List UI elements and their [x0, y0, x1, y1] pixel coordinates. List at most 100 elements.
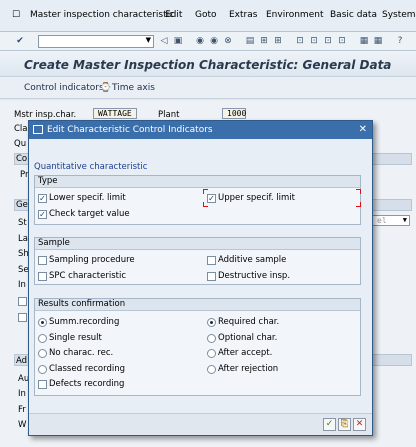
copy-button[interactable]: ⎘ — [338, 418, 351, 431]
optional-char-label: Optional char. — [218, 333, 278, 343]
menu-system[interactable]: System — [382, 10, 416, 20]
destructive-insp-checkbox[interactable]: Destructive insp. — [207, 271, 290, 281]
frag-la: La — [18, 234, 28, 244]
classed-recording-radio[interactable]: Classed recording — [38, 364, 125, 374]
single-result-radio[interactable]: Single result — [38, 333, 102, 343]
radio-circle — [207, 317, 216, 327]
focus-corner-bl — [203, 202, 208, 207]
no-charac-rec-radio[interactable]: No charac. rec. — [38, 348, 113, 358]
optional-char-radio[interactable]: Optional char. — [207, 333, 277, 343]
checkbox-box — [207, 255, 216, 265]
no-charac-rec-label: No charac. rec. — [49, 348, 114, 358]
menu-extras[interactable]: Extras — [229, 10, 257, 20]
shortcut-icon[interactable]: ▦ — [372, 35, 384, 48]
command-field[interactable]: ▼ — [38, 35, 154, 48]
print-icon[interactable]: ▤ — [244, 35, 256, 48]
menu-master-inspection-characteristic[interactable]: Master inspection characteristic — [30, 10, 174, 20]
additive-sample-label: Additive sample — [218, 255, 287, 265]
required-char-label: Required char. — [218, 317, 280, 327]
frag-ad: Ad — [16, 356, 28, 366]
frag-w: W — [18, 420, 27, 430]
plant-label: Plant — [158, 110, 180, 120]
chevron-down-icon[interactable]: ▼ — [403, 216, 407, 225]
cancel-icon[interactable]: ⊗ — [222, 35, 234, 48]
summ-recording-label: Summ.recording — [49, 317, 120, 327]
checkbox-box — [38, 379, 47, 389]
control-indicators-button[interactable]: Control indicators — [24, 83, 104, 93]
defects-recording-label: Defects recording — [49, 379, 125, 389]
cancel-button[interactable]: ✕ — [353, 418, 366, 431]
radio-circle — [38, 333, 47, 343]
window-icon — [33, 125, 43, 134]
bg-checkbox-2[interactable] — [18, 313, 27, 322]
checkbox-box: ✓ — [38, 193, 47, 203]
close-icon[interactable]: ✕ — [359, 124, 367, 135]
first-page-icon[interactable]: ⊡ — [294, 35, 306, 48]
menu-basic-data[interactable]: Basic data — [330, 10, 377, 20]
sample-group-header: Sample — [35, 238, 360, 250]
single-result-label: Single result — [49, 333, 102, 343]
last-page-icon[interactable]: ⊡ — [336, 35, 348, 48]
help-icon[interactable]: ? — [394, 35, 406, 48]
frag-co: Co — [16, 154, 28, 164]
required-char-radio[interactable]: Required char. — [207, 317, 279, 327]
lower-specif-limit-label: Lower specif. limit — [49, 193, 126, 203]
status-dropdown[interactable]: el ▼ — [372, 215, 410, 226]
checkbox-box: ✓ — [38, 209, 47, 219]
mstr-insp-char-label: Mstr insp.char. — [14, 110, 77, 120]
checkbox-box — [207, 271, 216, 281]
previous-page-icon[interactable]: ⊡ — [308, 35, 320, 48]
dialog-title: Edit Characteristic Control Indicators — [47, 125, 213, 135]
plant-field[interactable]: 1000 — [222, 108, 246, 119]
menu-goto[interactable]: Goto — [195, 10, 217, 20]
edit-control-indicators-dialog: Edit Characteristic Control Indicators ✕… — [28, 120, 373, 436]
check-target-value-checkbox[interactable]: ✓ Check target value — [38, 209, 130, 219]
clock-icon[interactable]: ⌚ — [100, 83, 111, 93]
radio-circle — [207, 333, 216, 343]
results-confirmation-header: Results confirmation — [35, 299, 360, 311]
checkbox-box — [38, 255, 47, 265]
collapse-icon[interactable]: ◁ — [158, 35, 170, 48]
summ-recording-radio[interactable]: Summ.recording — [38, 317, 119, 327]
mstr-insp-char-field[interactable]: WATTAGE — [93, 108, 137, 119]
exit-icon[interactable]: ◉ — [208, 35, 220, 48]
time-axis-button[interactable]: Time axis — [112, 83, 155, 93]
find-icon[interactable]: ⊞ — [258, 35, 270, 48]
dialog-title-bar: Edit Characteristic Control Indicators ✕ — [29, 121, 372, 139]
spc-characteristic-checkbox[interactable]: SPC characteristic — [38, 271, 126, 281]
additive-sample-checkbox[interactable]: Additive sample — [207, 255, 286, 265]
dialog-footer: ✓ ⎘ ✕ — [29, 413, 372, 435]
menu-environment[interactable]: Environment — [266, 10, 323, 20]
back-icon[interactable]: ◉ — [194, 35, 206, 48]
find-next-icon[interactable]: ⊞ — [272, 35, 284, 48]
next-page-icon[interactable]: ⊡ — [322, 35, 334, 48]
focus-corner-tr — [356, 189, 361, 194]
after-accept-radio[interactable]: After accept. — [207, 348, 272, 358]
status-dropdown-fragment: el — [377, 216, 387, 225]
radio-circle — [207, 348, 216, 358]
enter-icon[interactable]: ✔ — [14, 35, 26, 48]
frag-st: St — [18, 218, 27, 228]
frag-qu: Qu — [14, 139, 27, 149]
standard-toolbar: ✔ ▼ ◁ ▣ ◉ ◉ ⊗ ▤ ⊞ ⊞ ⊡ ⊡ ⊡ ⊡ ▦ ▦ ? — [0, 32, 416, 51]
check-target-value-label: Check target value — [49, 209, 130, 219]
after-rejection-radio[interactable]: After rejection — [207, 364, 278, 374]
defects-recording-checkbox[interactable]: Defects recording — [38, 379, 124, 389]
chevron-down-icon[interactable]: ▼ — [146, 36, 151, 44]
spc-characteristic-label: SPC characteristic — [49, 271, 127, 281]
upper-specif-limit-checkbox[interactable]: ✓ Upper specif. limit — [207, 193, 295, 203]
menu-icon[interactable]: ☐ — [12, 10, 20, 20]
focus-corner-tl — [203, 189, 208, 194]
sampling-procedure-checkbox[interactable]: Sampling procedure — [38, 255, 135, 265]
bg-checkbox-1[interactable] — [18, 297, 27, 306]
focus-corner-br — [356, 202, 361, 207]
new-session-icon[interactable]: ▦ — [358, 35, 370, 48]
frag-in2: In — [18, 389, 26, 399]
sampling-procedure-label: Sampling procedure — [49, 255, 135, 265]
sample-group: Sample Sampling procedure Additive sampl… — [34, 237, 361, 285]
menu-edit[interactable]: Edit — [165, 10, 182, 20]
results-confirmation-group: Results confirmation Summ.recording Sing… — [34, 298, 361, 396]
lower-specif-limit-checkbox[interactable]: ✓ Lower specif. limit — [38, 193, 126, 203]
save-icon[interactable]: ▣ — [172, 35, 184, 48]
confirm-button[interactable]: ✓ — [323, 418, 336, 431]
